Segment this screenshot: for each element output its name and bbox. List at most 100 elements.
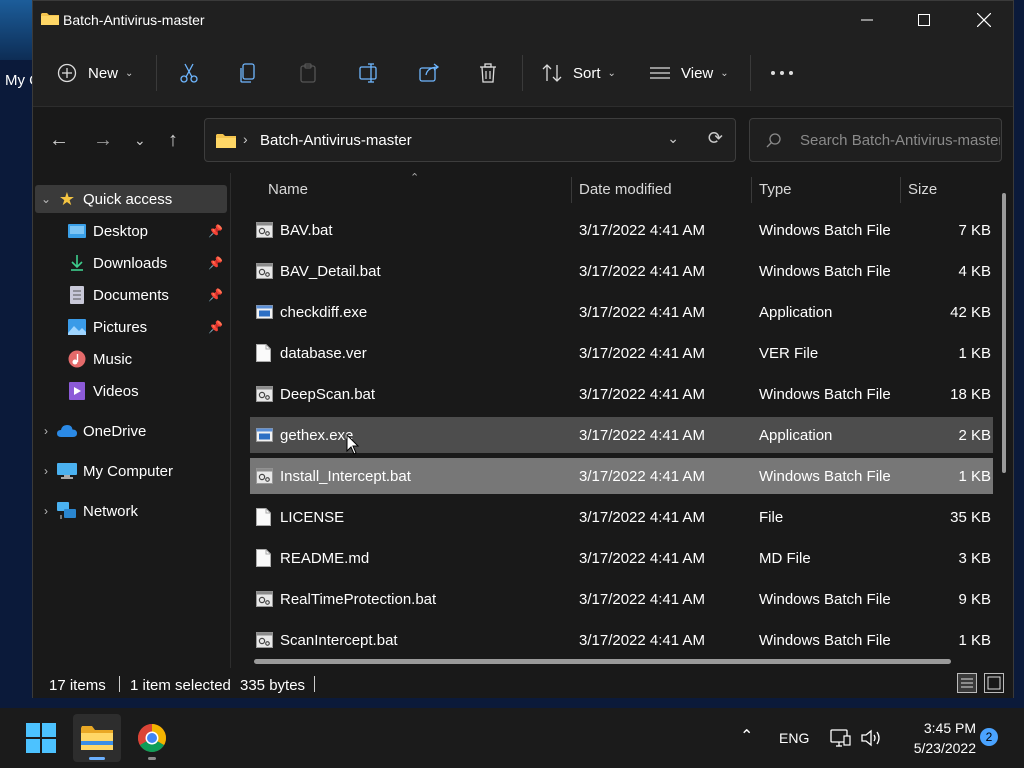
column-header-size[interactable]: Size [908, 173, 937, 205]
windows-logo-icon [26, 723, 56, 753]
nav-item-documents[interactable]: Documents 📌 [45, 281, 227, 309]
cut-button[interactable] [178, 57, 200, 89]
music-icon [67, 350, 87, 368]
volume-icon[interactable] [860, 728, 882, 748]
up-arrow-icon[interactable]: ↑ [168, 129, 178, 152]
taskbar-chrome[interactable] [128, 714, 176, 762]
file-row[interactable]: README.md 3/17/2022 4:41 AM MD File 3 KB [250, 540, 993, 576]
back-arrow-icon[interactable]: ← [49, 129, 69, 152]
nav-item-quick-access[interactable]: ⌄ ★ Quick access [35, 185, 227, 213]
nav-item-label: OneDrive [83, 422, 147, 440]
nav-item-music[interactable]: Music [45, 345, 227, 373]
scissors-icon [180, 63, 198, 83]
nav-item-label: Documents [93, 286, 169, 304]
file-row[interactable]: Install_Intercept.bat 3/17/2022 4:41 AM Wi… [250, 458, 993, 494]
minimize-button[interactable] [838, 1, 896, 39]
nav-item-label: Network [83, 502, 139, 520]
clock-date: 5/23/2022 [913, 740, 976, 756]
batch-file-icon [256, 467, 273, 485]
chevron-up-icon[interactable]: ⌃ [740, 726, 753, 746]
language-indicator[interactable]: ENG [779, 730, 809, 746]
command-bar: New ⌄ Sort ⌄ View ⌄ [33, 39, 1013, 107]
expand-chevron-icon[interactable]: ⌄ [35, 192, 57, 206]
desktop-icon[interactable] [0, 0, 32, 60]
share-button[interactable] [418, 57, 440, 89]
chrome-icon [138, 724, 166, 752]
address-bar[interactable]: › Batch-Antivirus-master ⌄ ⟳ [204, 118, 736, 162]
file-row[interactable]: ScanIntercept.bat 3/17/2022 4:41 AM Window… [250, 622, 993, 658]
folder-icon [41, 13, 59, 25]
taskbar-file-explorer[interactable] [73, 714, 121, 762]
nav-item-onedrive[interactable]: › OneDrive [35, 417, 227, 445]
file-size: 7 KB [958, 222, 991, 239]
pin-icon[interactable]: 📌 [208, 224, 223, 238]
view-button[interactable]: View ⌄ [650, 57, 729, 89]
expand-chevron-icon[interactable]: › [35, 504, 57, 518]
file-row[interactable]: LICENSE 3/17/2022 4:41 AM File 35 KB [250, 499, 993, 535]
network-icon [57, 502, 77, 520]
file-row[interactable]: BAV_Detail.bat 3/17/2022 4:41 AM Windows B… [250, 253, 993, 289]
pin-icon[interactable]: 📌 [208, 288, 223, 302]
file-name: RealTimeProtection.bat [280, 591, 437, 608]
rename-button[interactable] [358, 57, 380, 89]
file-row[interactable]: RealTimeProtection.bat 3/17/2022 4:41 AM W… [250, 581, 993, 617]
large-icons-view-button[interactable] [984, 673, 1004, 693]
notification-badge[interactable]: 2 [980, 728, 998, 746]
file-size: 42 KB [950, 304, 991, 321]
sort-button[interactable]: Sort ⌄ [541, 57, 616, 89]
more-options-button[interactable] [770, 57, 794, 89]
nav-item-videos[interactable]: Videos [45, 377, 227, 405]
file-row[interactable]: gethex.exe 3/17/2022 4:41 AM Application 2 … [250, 417, 993, 453]
column-header-type[interactable]: Type [759, 173, 792, 205]
close-button[interactable] [955, 1, 1013, 39]
pin-icon[interactable]: 📌 [208, 320, 223, 334]
address-dropdown-icon[interactable]: ⌄ [667, 130, 679, 147]
network-status-icon[interactable] [830, 728, 852, 748]
vertical-scrollbar[interactable] [1002, 193, 1006, 473]
file-size: 1 KB [958, 468, 991, 485]
details-view-button[interactable] [957, 673, 977, 693]
nav-item-pictures[interactable]: Pictures 📌 [45, 313, 227, 341]
nav-item-desktop[interactable]: Desktop 📌 [45, 217, 227, 245]
column-divider[interactable] [751, 177, 752, 203]
file-row[interactable]: checkdiff.exe 3/17/2022 4:41 AM Applicatio… [250, 294, 993, 330]
maximize-button[interactable] [895, 1, 953, 39]
paste-button[interactable] [298, 57, 318, 89]
file-row[interactable]: BAV.bat 3/17/2022 4:41 AM Windows Batch Fi… [250, 212, 993, 248]
search-box[interactable]: Search Batch-Antivirus-master [749, 118, 1002, 162]
clock[interactable]: 3:45 PM 5/23/2022 [896, 718, 976, 758]
column-divider[interactable] [571, 177, 572, 203]
file-size: 1 KB [958, 632, 991, 649]
file-list: ⌃ Name Date modified Type Size BAV.bat 3/… [232, 172, 1013, 668]
file-row[interactable]: database.ver 3/17/2022 4:41 AM VER File 1 K… [250, 335, 993, 371]
start-button[interactable] [17, 714, 65, 762]
refresh-icon[interactable]: ⟳ [708, 128, 723, 149]
delete-button[interactable] [478, 57, 498, 89]
file-size: 4 KB [958, 263, 991, 280]
nav-item-my-computer[interactable]: › My Computer [35, 457, 227, 485]
new-button[interactable]: New ⌄ [57, 57, 133, 89]
column-divider[interactable] [900, 177, 901, 203]
column-header-date[interactable]: Date modified [579, 173, 672, 205]
file-date: 3/17/2022 4:41 AM [579, 222, 705, 239]
file-date: 3/17/2022 4:41 AM [579, 509, 705, 526]
copy-button[interactable] [238, 57, 258, 89]
breadcrumb-current[interactable]: Batch-Antivirus-master [260, 132, 412, 149]
horizontal-scrollbar[interactable] [254, 659, 951, 664]
file-type: Application [759, 427, 833, 444]
new-label: New [88, 64, 119, 82]
batch-file-icon [256, 262, 273, 280]
expand-chevron-icon[interactable]: › [35, 464, 57, 478]
nav-item-downloads[interactable]: Downloads 📌 [45, 249, 227, 277]
recent-locations-chevron-icon[interactable]: ⌄ [134, 132, 146, 149]
file-icon [256, 508, 273, 526]
forward-arrow-icon[interactable]: → [93, 129, 113, 152]
expand-chevron-icon[interactable]: › [35, 424, 57, 438]
nav-item-label: Quick access [83, 190, 173, 208]
status-divider [119, 676, 120, 692]
column-header-name[interactable]: Name [268, 173, 308, 205]
file-name: BAV_Detail.bat [280, 263, 381, 280]
file-row[interactable]: DeepScan.bat 3/17/2022 4:41 AM Windows Bat… [250, 376, 993, 412]
pin-icon[interactable]: 📌 [208, 256, 223, 270]
nav-item-network[interactable]: › Network [35, 497, 227, 525]
